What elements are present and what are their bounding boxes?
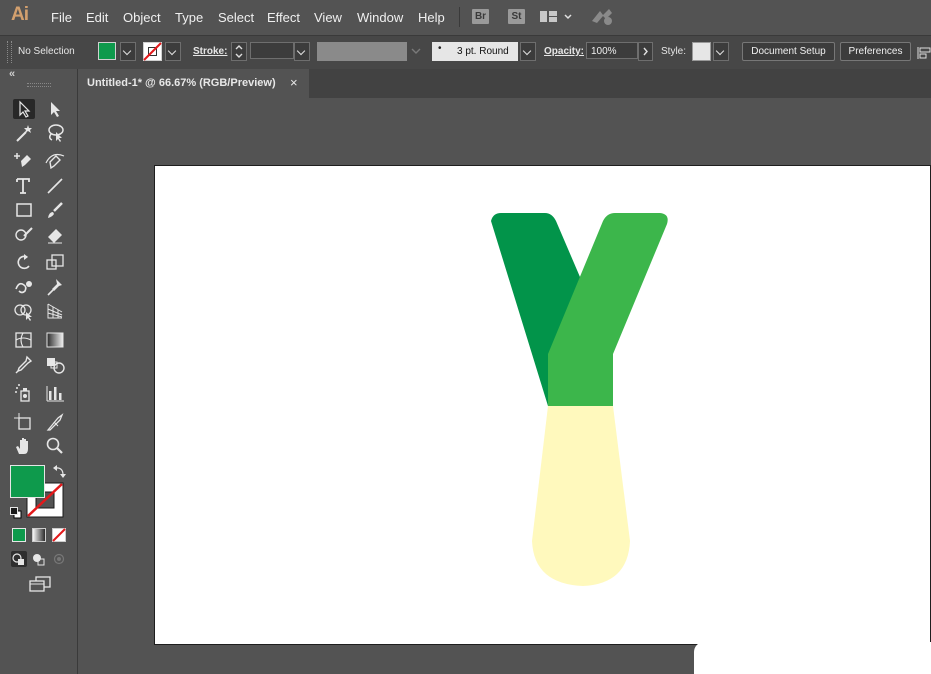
app-logo: Ai xyxy=(11,4,29,25)
gpu-performance-icon[interactable] xyxy=(589,7,615,32)
rectangle-tool-icon[interactable] xyxy=(13,200,35,220)
menu-bar: Ai File Edit Object Type Select Effect V… xyxy=(0,0,931,35)
fill-color-swatch[interactable] xyxy=(98,42,116,60)
scale-tool-icon[interactable] xyxy=(44,252,66,272)
menu-type[interactable]: Type xyxy=(175,10,203,25)
document-setup-button[interactable]: Document Setup xyxy=(742,42,835,61)
mesh-tool-icon[interactable] xyxy=(13,330,35,350)
fill-color-box[interactable] xyxy=(10,465,45,498)
hand-tool-icon[interactable] xyxy=(13,436,35,456)
menu-view[interactable]: View xyxy=(314,10,342,25)
brush-dropdown[interactable] xyxy=(520,42,536,61)
tab-close-icon[interactable]: × xyxy=(290,75,298,90)
menu-edit[interactable]: Edit xyxy=(86,10,108,25)
symbol-sprayer-tool-icon[interactable] xyxy=(13,383,35,403)
opacity-label[interactable]: Opacity: xyxy=(544,46,584,57)
tools-panel: « xyxy=(0,68,78,674)
draw-behind-icon[interactable] xyxy=(31,551,47,572)
collapse-panel-icon[interactable]: « xyxy=(9,68,15,80)
tools-panel-grip[interactable] xyxy=(27,83,51,87)
blend-tool-icon[interactable] xyxy=(44,355,66,375)
tab-title: Untitled-1* @ 66.67% (RGB/Preview) xyxy=(87,77,276,89)
draw-normal-icon[interactable] xyxy=(11,551,27,567)
brush-definition[interactable]: • 3 pt. Round xyxy=(432,42,518,61)
variable-width-profile[interactable] xyxy=(317,42,407,61)
perspective-grid-tool-icon[interactable] xyxy=(44,301,66,321)
stroke-dropdown[interactable] xyxy=(165,42,181,61)
gradient-tool-icon[interactable] xyxy=(44,330,66,350)
stock-button[interactable]: St xyxy=(508,9,525,24)
graphic-style-dropdown[interactable] xyxy=(713,42,729,61)
default-fill-stroke-icon[interactable] xyxy=(10,506,22,524)
magic-wand-tool-icon[interactable] xyxy=(13,123,35,143)
menu-help[interactable]: Help xyxy=(418,10,445,25)
zoom-tool-icon[interactable] xyxy=(44,436,66,456)
warp-tool-icon[interactable] xyxy=(13,277,35,297)
shape-builder-tool-icon[interactable] xyxy=(13,301,35,321)
change-screen-mode-icon[interactable] xyxy=(28,575,52,598)
selection-tool-icon[interactable] xyxy=(13,99,35,119)
fill-dropdown[interactable] xyxy=(120,42,136,61)
gradient-mode-button[interactable] xyxy=(32,528,46,547)
align-icon[interactable] xyxy=(917,46,931,64)
stroke-none-swatch[interactable] xyxy=(143,42,162,66)
artboard[interactable] xyxy=(154,165,931,645)
artboard-tool-icon[interactable] xyxy=(13,412,35,432)
paintbrush-tool-icon[interactable] xyxy=(44,200,66,220)
none-mode-button[interactable] xyxy=(52,528,66,547)
control-bar: No Selection Stroke: • 3 pt. Round Opaci… xyxy=(0,35,931,70)
stroke-weight-input[interactable] xyxy=(250,42,294,59)
opacity-slider-button[interactable] xyxy=(638,42,653,61)
brush-label: 3 pt. Round xyxy=(457,46,509,57)
pen-tool-icon[interactable] xyxy=(13,151,35,171)
arrange-documents-icon[interactable] xyxy=(540,10,572,29)
stroke-label[interactable]: Stroke: xyxy=(193,46,227,57)
artwork[interactable] xyxy=(155,166,931,646)
slice-tool-icon[interactable] xyxy=(44,412,66,432)
menu-window[interactable]: Window xyxy=(357,10,403,25)
eraser-tool-icon[interactable] xyxy=(44,224,66,244)
puppet-warp-tool-icon[interactable] xyxy=(44,277,66,297)
column-graph-tool-icon[interactable] xyxy=(44,383,66,403)
draw-inside-icon[interactable] xyxy=(51,551,67,572)
menu-object[interactable]: Object xyxy=(123,10,161,25)
color-mode-button[interactable] xyxy=(12,528,26,542)
shaper-tool-icon[interactable] xyxy=(13,224,35,244)
onion-bulb xyxy=(532,406,630,586)
bridge-button[interactable]: Br xyxy=(472,9,489,24)
menu-file[interactable]: File xyxy=(51,10,72,25)
document-tab-bar: Untitled-1* @ 66.67% (RGB/Preview) × xyxy=(78,69,931,98)
stroke-weight-stepper[interactable] xyxy=(231,42,247,61)
preferences-button[interactable]: Preferences xyxy=(840,42,911,61)
tab-untitled-1[interactable]: Untitled-1* @ 66.67% (RGB/Preview) × xyxy=(78,69,309,98)
swap-fill-stroke-icon[interactable] xyxy=(53,465,66,483)
variable-width-dropdown[interactable] xyxy=(409,42,423,61)
opacity-input[interactable]: 100% xyxy=(586,42,638,59)
selection-status: No Selection xyxy=(18,46,75,57)
line-segment-tool-icon[interactable] xyxy=(44,176,66,196)
rotate-tool-icon[interactable] xyxy=(13,252,35,272)
menu-select[interactable]: Select xyxy=(218,10,254,25)
stroke-weight-dropdown[interactable] xyxy=(294,42,310,61)
menu-effect[interactable]: Effect xyxy=(267,10,300,25)
style-label: Style: xyxy=(661,46,687,57)
menu-divider xyxy=(459,7,460,27)
direct-selection-tool-icon[interactable] xyxy=(44,99,66,119)
curvature-tool-icon[interactable] xyxy=(44,151,66,171)
type-tool-icon[interactable] xyxy=(13,176,35,196)
eyedropper-tool-icon[interactable] xyxy=(13,355,35,375)
lasso-tool-icon[interactable] xyxy=(44,123,66,143)
brush-dot-icon: • xyxy=(438,43,442,54)
notification-panel xyxy=(694,642,931,674)
control-bar-grip[interactable] xyxy=(7,41,12,63)
graphic-style-swatch[interactable] xyxy=(692,42,711,61)
